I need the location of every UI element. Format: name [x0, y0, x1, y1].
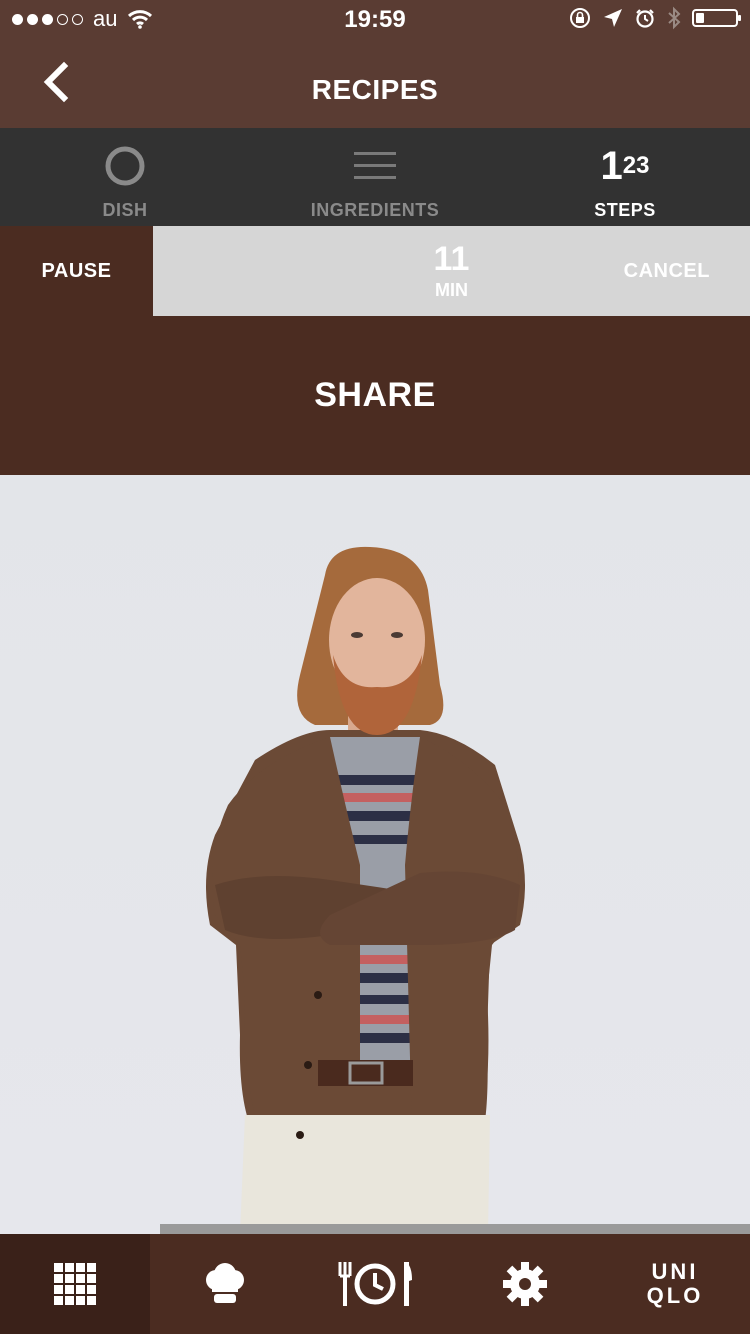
status-bar: au 19:59: [0, 0, 750, 40]
tab-ingredients-label: INGREDIENTS: [310, 200, 440, 220]
steps-icon-big: 1: [600, 144, 623, 188]
fork-clock-knife-icon: [338, 1262, 412, 1306]
tab-grid[interactable]: [0, 1234, 150, 1334]
person-illustration: [206, 546, 525, 1234]
man-in-cardigan-photo: [0, 475, 750, 1234]
tab-steps[interactable]: 1 23 STEPS: [500, 128, 750, 226]
chef-hat-icon: [206, 1263, 244, 1303]
tab-uniqlo[interactable]: UNI QLO: [600, 1234, 750, 1334]
bottom-tab-bar: UNI QLO: [0, 1234, 750, 1334]
timer-bar: PAUSE 11 MIN CANCEL: [0, 226, 750, 316]
list-icon: [354, 152, 396, 179]
circle-icon: [105, 146, 145, 186]
navigation-bar: RECIPES: [0, 40, 750, 128]
tab-settings[interactable]: [450, 1234, 600, 1334]
bluetooth-icon: [668, 6, 681, 30]
uniqlo-logo: UNI QLO: [647, 1260, 704, 1308]
recipe-tabs: DISH INGREDIENTS 1 23 STEPS: [0, 128, 750, 226]
rotation-lock-icon: [570, 8, 590, 28]
timer-display: 11 MIN CANCEL: [153, 226, 750, 316]
cancel-button[interactable]: CANCEL: [624, 260, 710, 283]
tab-chef[interactable]: [150, 1234, 300, 1334]
share-button[interactable]: SHARE: [0, 316, 750, 475]
timer-unit: MIN: [435, 280, 468, 300]
battery-icon: [692, 9, 741, 27]
tab-dish-label: DISH: [102, 200, 148, 220]
alarm-icon: [636, 9, 654, 28]
numbered-steps-icon: 1 23: [601, 146, 650, 186]
tab-timer[interactable]: [300, 1234, 450, 1334]
tab-steps-label: STEPS: [594, 200, 656, 220]
uniqlo-logo-line1: UNI: [651, 1259, 699, 1284]
pause-button[interactable]: PAUSE: [0, 226, 153, 316]
location-arrow-icon: [604, 9, 622, 27]
grid-icon: [54, 1263, 96, 1305]
tab-ingredients[interactable]: INGREDIENTS: [250, 128, 500, 226]
horizontal-scrollbar[interactable]: [160, 1224, 750, 1234]
tab-dish[interactable]: DISH: [0, 128, 250, 226]
gear-icon: [503, 1262, 547, 1306]
page-title: RECIPES: [311, 74, 439, 105]
uniqlo-logo-line2: QLO: [646, 1283, 704, 1308]
status-right: [568, 6, 741, 30]
steps-icon-small: 23: [622, 152, 650, 179]
